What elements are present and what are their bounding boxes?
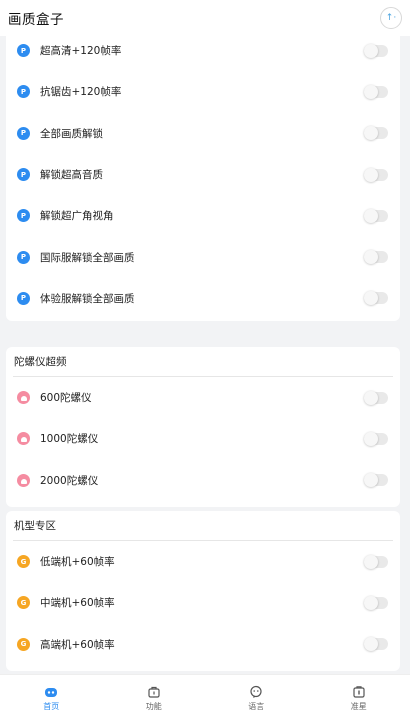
bottom-tab-bar: 首页 功能 语言 准星 — [0, 674, 410, 718]
section-card-picture: P 超高清+120帧率 P 抗锯齿+120帧率 P 全部画质解锁 P 解锁超高音质 P 解锁超广角… — [6, 36, 400, 322]
toggle-knob — [364, 126, 378, 141]
p-badge-icon: P — [17, 85, 30, 99]
toggle-label: 1000陀螺仪 — [40, 433, 99, 446]
settings-scroll-area[interactable]: P 超高清+120帧率 P 抗锯齿+120帧率 P 全部画质解锁 P 解锁超高音质 P 解锁超广角… — [0, 36, 410, 674]
toggle-knob — [364, 208, 378, 223]
toggle-label: 体验服解锁全部画质 — [40, 292, 135, 305]
toggle-label: 低端机+60帧率 — [40, 556, 115, 569]
section-title: 机型专区 — [13, 511, 393, 541]
toggle-knob — [364, 43, 378, 58]
toggle-row[interactable]: P 超高清+120帧率 — [6, 36, 400, 71]
toggle-label: 中端机+60帧率 — [40, 597, 115, 610]
app-bar: 画质盒子 ↑· — [0, 0, 410, 36]
home-icon — [45, 688, 58, 697]
toggle-knob — [364, 554, 378, 569]
g-badge-icon: G — [17, 596, 30, 610]
toggle-label: 超高清+120帧率 — [40, 45, 122, 58]
toggle-row[interactable]: P 抗锯齿+120帧率 — [6, 71, 400, 112]
app-title: 画质盒子 — [8, 12, 64, 28]
tab-label: 准星 — [350, 702, 367, 711]
tab-label: 功能 — [145, 702, 162, 711]
toggle-row[interactable]: G 低端机+60帧率 — [6, 541, 400, 582]
toggle-row[interactable]: 1000陀螺仪 — [6, 418, 400, 459]
crosshair-card-icon — [353, 686, 365, 698]
section-card-device: 机型专区 G 低端机+60帧率 G 中端机+60帧率 G 高端机+60帧率 — [6, 511, 400, 671]
tab-label: 语言 — [248, 702, 265, 711]
toggle-row[interactable]: P 解锁超广角视角 — [6, 195, 400, 236]
toggle-switch[interactable] — [364, 208, 388, 223]
g-badge-icon: G — [17, 637, 30, 651]
toggle-switch[interactable] — [364, 473, 388, 488]
toggle-label: 2000陀螺仪 — [40, 474, 99, 487]
toggle-label: 600陀螺仪 — [40, 392, 92, 405]
toggle-row[interactable]: P 全部画质解锁 — [6, 113, 400, 154]
toggle-switch[interactable] — [364, 126, 388, 141]
toolbox-icon — [148, 686, 160, 698]
toggle-row[interactable]: 600陀螺仪 — [6, 377, 400, 418]
toggle-label: 国际服解锁全部画质 — [40, 251, 135, 264]
toggle-knob — [364, 167, 378, 182]
tab-label: 首页 — [43, 702, 60, 711]
toggle-knob — [364, 595, 378, 610]
gyro-badge-icon — [17, 473, 30, 487]
toggle-label: 高端机+60帧率 — [40, 638, 115, 651]
toggle-switch[interactable] — [364, 43, 388, 58]
toggle-label: 解锁超广角视角 — [40, 210, 114, 223]
toggle-switch[interactable] — [364, 291, 388, 306]
p-badge-icon: P — [17, 209, 30, 223]
toggle-row[interactable]: G 中端机+60帧率 — [6, 582, 400, 623]
gyro-badge-icon — [17, 432, 30, 446]
tab-crosshair[interactable]: 准星 — [308, 675, 410, 718]
toggle-knob — [364, 250, 378, 265]
gyro-badge-icon — [17, 391, 30, 405]
tab-language[interactable]: 语言 — [205, 675, 308, 718]
toggle-switch[interactable] — [364, 390, 388, 405]
toggle-row[interactable]: P 解锁超高音质 — [6, 154, 400, 195]
tab-functions[interactable]: 功能 — [103, 675, 206, 718]
p-badge-icon: P — [17, 44, 30, 58]
toggle-knob — [364, 637, 378, 652]
toggle-knob — [364, 473, 378, 488]
chat-face-icon — [250, 685, 262, 698]
p-badge-icon: P — [17, 126, 30, 140]
toggle-row[interactable]: P 国际服解锁全部画质 — [6, 236, 400, 277]
toggle-row[interactable]: G 高端机+60帧率 — [6, 624, 400, 665]
toggle-switch[interactable] — [364, 250, 388, 265]
profile-avatar-icon[interactable]: ↑· — [380, 7, 402, 29]
toggle-knob — [364, 291, 378, 306]
g-badge-icon: G — [17, 555, 30, 569]
p-badge-icon: P — [17, 168, 30, 182]
toggle-label: 抗锯齿+120帧率 — [40, 86, 122, 99]
toggle-switch[interactable] — [364, 431, 388, 446]
toggle-label: 全部画质解锁 — [40, 127, 103, 140]
toggle-switch[interactable] — [364, 637, 388, 652]
toggle-switch[interactable] — [364, 554, 388, 569]
section-title: 陀螺仪超频 — [13, 347, 393, 377]
tab-home[interactable]: 首页 — [0, 675, 103, 718]
p-badge-icon: P — [17, 250, 30, 264]
toggle-row[interactable]: P 体验服解锁全部画质 — [6, 278, 400, 319]
section-card-gyro: 陀螺仪超频 600陀螺仪 1000陀螺仪 2000陀螺仪 — [6, 347, 400, 507]
toggle-switch[interactable] — [364, 84, 388, 99]
toggle-label: 解锁超高音质 — [40, 169, 103, 182]
toggle-knob — [364, 390, 378, 405]
toggle-switch[interactable] — [364, 167, 388, 182]
toggle-knob — [364, 431, 378, 446]
p-badge-icon: P — [17, 291, 30, 305]
toggle-switch[interactable] — [364, 595, 388, 610]
toggle-row[interactable]: 2000陀螺仪 — [6, 460, 400, 501]
toggle-knob — [364, 84, 378, 99]
